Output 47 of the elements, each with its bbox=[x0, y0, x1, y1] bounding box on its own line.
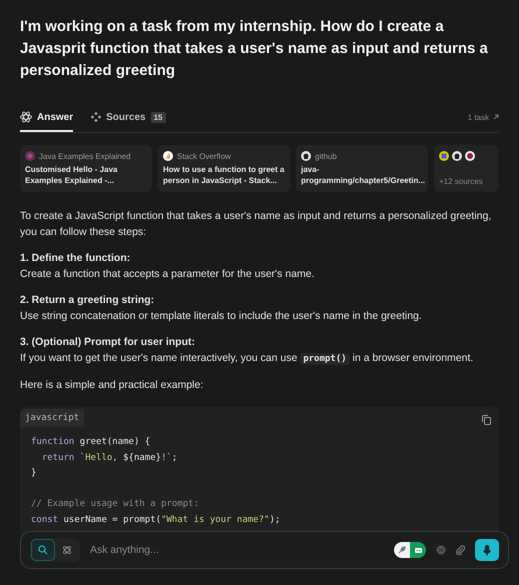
source-card[interactable]: Java Examples Explained Customised Hello - Java Examples Explained -... bbox=[20, 145, 152, 192]
task-link[interactable]: 1 task bbox=[468, 112, 489, 122]
more-sources-card[interactable]: +12 sources bbox=[434, 145, 498, 192]
voice-button[interactable] bbox=[475, 539, 499, 561]
atom-icon bbox=[62, 545, 72, 555]
source-title: Customised Hello - Java Examples Explained -... bbox=[25, 164, 118, 186]
github-icon bbox=[301, 151, 311, 161]
tab[interactable]: Answer bbox=[20, 102, 74, 132]
question-title: I'm working on a task from my internship. How do I create a Javasprit function that takes a user's name as input and returns a personalized greeting bbox=[20, 17, 489, 81]
more-sources-label: +12 sources bbox=[439, 177, 484, 186]
site-name: Java Examples Explained bbox=[39, 152, 131, 160]
atom-icon bbox=[20, 111, 32, 123]
source-title: How to use a function to greet a person in JavaScript - Stack... bbox=[163, 164, 285, 186]
copy-icon[interactable] bbox=[482, 415, 491, 425]
code-line: return `Hello, ${name}!`; bbox=[40, 452, 178, 464]
source-card[interactable]: Stack Overflow How to use a function to greet a person in JavaScript - Stack... bbox=[158, 145, 290, 192]
search-icon bbox=[38, 545, 48, 555]
step-paragraph: 2. Return a greeting string: Use string concatenation or template literals to include the user's name in the greeting. bbox=[20, 293, 423, 324]
site-icon bbox=[25, 151, 35, 161]
github-icon bbox=[452, 151, 462, 161]
count-badge: 15 bbox=[150, 112, 166, 122]
ask-input[interactable]: Ask anything... bbox=[88, 543, 386, 557]
answer-paragraph: To create a JavaScript function that takes a user's name as input and returns a personalized greeting, you can follow these steps: bbox=[20, 209, 492, 240]
site-icon bbox=[465, 151, 475, 161]
tab[interactable]: Sources 15 bbox=[91, 102, 166, 132]
robot-icon bbox=[414, 546, 422, 554]
code-line: // Example usage with a prompt: bbox=[31, 498, 200, 511]
step-paragraph: 1. Define the function: Create a function that accepts a parameter for the user's name. bbox=[20, 251, 316, 282]
code-line: } bbox=[31, 467, 38, 480]
site-name: Stack Overflow bbox=[177, 152, 231, 160]
source-title: java-programming/chapter5/Greetin... bbox=[301, 164, 423, 186]
site-name: github bbox=[315, 152, 337, 160]
step-paragraph: 3. (Optional) Prompt for user input: If you want to get the user's name interactively, you can use prompt() in a browser environment. bbox=[20, 335, 474, 367]
arrow-icon bbox=[493, 114, 499, 120]
sources-icon bbox=[91, 112, 102, 122]
language-label: javascript bbox=[20, 409, 84, 427]
feather-icon bbox=[398, 546, 406, 554]
answer-paragraph: Here is a simple and practical example: bbox=[20, 378, 204, 393]
microphone-icon bbox=[483, 544, 491, 556]
model-toggle[interactable] bbox=[394, 542, 426, 558]
code-line: const userName = prompt("What is your name?"); bbox=[31, 514, 282, 526]
site-icon bbox=[163, 151, 173, 161]
site-icon bbox=[439, 151, 449, 161]
paperclip-icon[interactable] bbox=[456, 545, 465, 555]
code-line: function greet(name) { bbox=[31, 436, 152, 449]
source-card[interactable]: github java-programming/chapter5/Greetin... bbox=[296, 145, 428, 192]
search-mode-button[interactable] bbox=[31, 539, 55, 561]
